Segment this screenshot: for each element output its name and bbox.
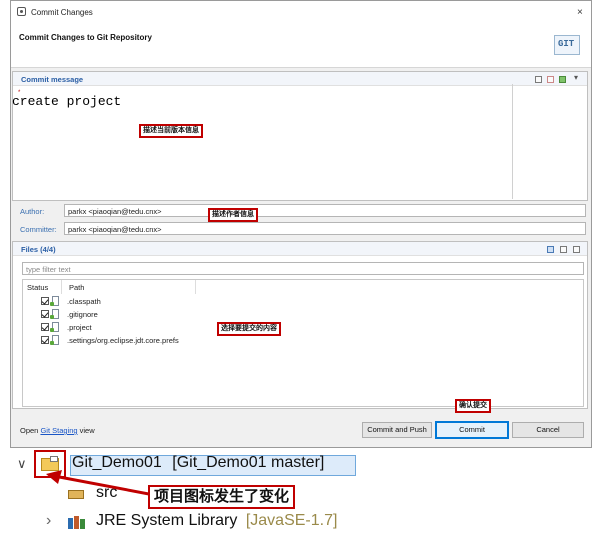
close-button[interactable]: × <box>577 7 583 18</box>
cancel-button[interactable]: Cancel <box>512 422 584 438</box>
file-checkbox[interactable] <box>41 310 49 318</box>
commit-message-label: Commit message <box>21 75 84 84</box>
file-filter-input[interactable]: type filter text <box>22 262 584 275</box>
annotation-files: 选择要提交的内容 <box>217 322 281 336</box>
open-staging-text: Open Git Staging view <box>20 426 95 435</box>
commit-message-text[interactable]: create project <box>12 94 121 109</box>
file-path: .settings/org.eclipse.jdt.core.prefs <box>67 336 179 345</box>
library-icon <box>68 515 86 529</box>
files-table: Status Path .classpath .gitignore .proje… <box>22 279 584 407</box>
eclipse-app-icon <box>17 7 26 16</box>
file-added-icon <box>50 296 59 306</box>
file-checkbox[interactable] <box>41 336 49 344</box>
files-label: Files (4/4) <box>21 245 56 254</box>
annotation-commit-message: 描述当前版本信息 <box>139 124 203 138</box>
window-title: Commit Changes <box>31 8 93 17</box>
jre-library-item[interactable]: JRE System Library [JavaSE-1.7] <box>96 512 337 530</box>
annotation-project-icon: 项目图标发生了变化 <box>148 485 296 509</box>
check-all-icon[interactable] <box>560 246 567 253</box>
file-row[interactable]: .classpath <box>23 295 223 308</box>
open-suffix: view <box>77 426 95 435</box>
expand-toggle-icon[interactable]: ∨ <box>17 456 27 472</box>
show-untracked-icon[interactable] <box>547 246 554 253</box>
author-field[interactable]: parkx <piaoqian@tedu.cnx> <box>64 204 586 217</box>
file-path: .classpath <box>67 297 101 306</box>
column-status[interactable]: Status <box>27 283 48 292</box>
file-row[interactable]: .project <box>23 321 223 334</box>
chevron-down-icon[interactable]: ▾ <box>574 73 578 82</box>
jre-version: [JavaSE-1.7] <box>245 512 338 529</box>
jre-label: JRE System Library <box>96 512 238 529</box>
column-divider <box>195 280 196 294</box>
amend-icon[interactable] <box>535 76 542 83</box>
title-bar: Commit Changes × <box>11 1 591 23</box>
file-added-icon <box>50 309 59 319</box>
file-path: .gitignore <box>67 310 98 319</box>
author-label: Author: <box>20 207 45 216</box>
dialog-heading: Commit Changes to Git Repository <box>19 33 152 42</box>
commit-message-panel: Commit message ▾ <box>12 71 588 201</box>
git-logo-text: GIT <box>558 39 575 49</box>
file-row[interactable]: .gitignore <box>23 308 223 321</box>
committer-label: Committer: <box>20 225 57 234</box>
commit-message-header: Commit message ▾ <box>13 72 587 86</box>
collapse-toggle-icon[interactable]: › <box>46 512 51 530</box>
commit-button[interactable]: Commit <box>435 421 509 439</box>
committer-field[interactable]: parkx <piaoqian@tedu.cnx> <box>64 222 586 235</box>
file-added-icon <box>50 322 59 332</box>
annotation-commit: 确认提交 <box>455 399 491 413</box>
file-path: .project <box>67 323 92 332</box>
open-prefix: Open <box>20 426 41 435</box>
commit-and-push-button[interactable]: Commit and Push <box>362 422 432 438</box>
signoff-icon[interactable] <box>547 76 554 83</box>
files-header: Files (4/4) <box>13 242 587 256</box>
column-divider <box>61 280 62 294</box>
message-margin-line <box>512 84 513 199</box>
uncheck-all-icon[interactable] <box>573 246 580 253</box>
annotation-author: 描述作者信息 <box>208 208 258 222</box>
file-added-icon <box>50 335 59 345</box>
git-logo-icon: GIT <box>554 35 580 55</box>
column-path[interactable]: Path <box>69 283 84 292</box>
project-repo-label: [Git_Demo01 master] <box>172 454 325 471</box>
file-checkbox[interactable] <box>41 323 49 331</box>
file-row[interactable]: .settings/org.eclipse.jdt.core.prefs <box>23 334 223 347</box>
dialog-header: Commit Changes to Git Repository GIT <box>11 23 591 68</box>
change-id-icon[interactable] <box>559 76 566 83</box>
file-checkbox[interactable] <box>41 297 49 305</box>
git-staging-link[interactable]: Git Staging <box>40 426 77 435</box>
